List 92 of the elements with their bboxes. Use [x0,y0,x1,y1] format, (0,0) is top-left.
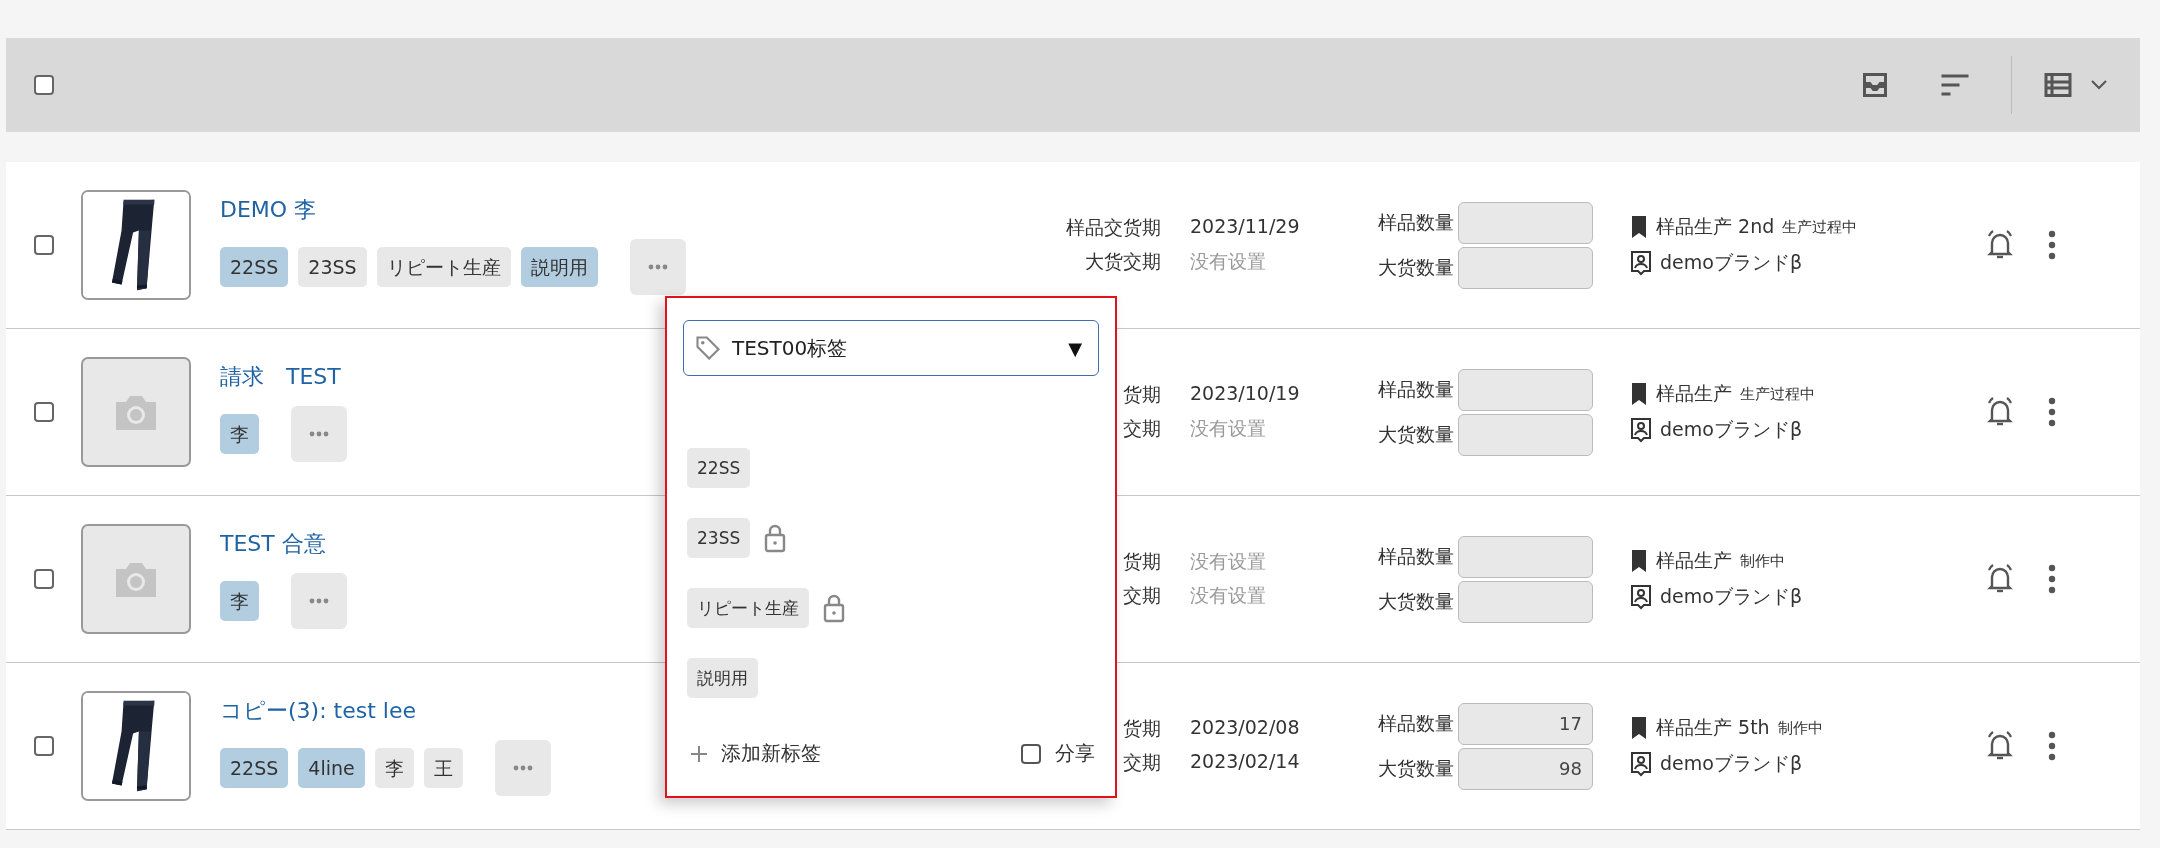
ellipsis-icon [309,431,329,437]
bookmark-icon [1630,215,1648,239]
checkbox[interactable] [34,235,54,255]
quantity-label: 样品数量 [1378,376,1454,402]
date-label: 大货交期 [1085,249,1161,274]
stage-label: 样品生产 [1656,548,1732,573]
tag-option[interactable]: 説明用 [687,658,758,698]
quantity-field[interactable] [1458,368,1593,411]
profile-card-icon [1630,250,1652,276]
tag-select[interactable]: TEST00标签 ▼ [683,320,1099,376]
date-value: 2023/02/08 [1190,716,1301,740]
tag: 23SS [298,247,367,287]
product-title[interactable]: DEMO 李 [220,195,317,225]
stage-status: 制作中 [1777,718,1823,738]
date-label: 交期 [1123,583,1161,608]
bookmark-icon [1630,549,1648,573]
brand-name: demoブランドβ [1660,584,1802,609]
tag: 22SS [220,748,289,788]
quantity-field[interactable] [1458,535,1593,578]
date-label: 货期 [1123,716,1161,741]
quantity-label: 样品数量 [1378,710,1454,736]
quantity-field[interactable] [1458,246,1593,289]
stage-label: 样品生产 [1656,381,1732,406]
bookmark-icon [1630,382,1648,406]
quantity-field[interactable] [1458,413,1593,456]
date-value: 没有设置 [1190,583,1267,608]
brand-name: demoブランドβ [1660,417,1802,442]
tag-option[interactable]: 22SS [687,448,751,488]
ellipsis-icon [647,264,668,270]
date-value: 没有设置 [1190,249,1267,274]
date-label: 货期 [1123,382,1161,407]
quantity-label: 大货数量 [1378,588,1454,614]
checkbox[interactable] [34,75,54,95]
tag: 李 [220,581,259,621]
bookmark-icon [1630,716,1648,740]
plus-icon [689,743,709,764]
ellipsis-icon [512,765,533,771]
date-value: 2023/10/19 [1190,382,1301,406]
ellipsis-icon [309,598,329,604]
checkbox[interactable] [34,569,54,589]
quantity-label: 大货数量 [1378,254,1454,280]
date-value: 没有设置 [1190,416,1267,441]
more-options-icon[interactable] [2048,731,2056,761]
date-label: 样品交货期 [1066,215,1161,240]
quantity-field[interactable]: 98 [1458,747,1593,790]
stage-label: 样品生产 2nd [1656,214,1775,239]
profile-card-icon [1630,751,1652,777]
tag: 説明用 [520,247,598,287]
share-label: 分享 [1055,740,1095,767]
quantity-label: 样品数量 [1378,209,1454,235]
product-title[interactable]: コピー(3): test lee [220,696,416,726]
quantity-label: 大货数量 [1378,421,1454,447]
checkbox[interactable] [34,736,54,756]
date-value: 2023/11/29 [1190,215,1301,239]
stage-status: 生产过程中 [1740,384,1815,404]
checkbox[interactable] [1021,743,1041,764]
tag: 王 [423,748,463,788]
tag: 李 [374,748,414,788]
date-label: 交期 [1123,416,1161,441]
date-value: 2023/02/14 [1190,750,1301,774]
profile-card-icon [1630,584,1652,610]
date-label: 交期 [1123,750,1161,775]
product-title[interactable]: TEST 合意 [220,529,326,559]
quantity-label: 样品数量 [1378,543,1454,569]
tag-option[interactable]: 23SS [687,518,751,558]
more-options-icon[interactable] [2048,564,2056,594]
stage-status: 生产过程中 [1782,217,1858,237]
product-title[interactable]: 請求 TEST [220,362,341,392]
brand-name: demoブランドβ [1660,751,1802,776]
tag: 4line [298,748,365,788]
tag: リピート生産 [376,247,511,287]
quantity-field[interactable] [1458,201,1593,244]
date-label: 货期 [1123,549,1161,574]
more-options-icon[interactable] [2048,230,2056,260]
more-options-icon[interactable] [2048,397,2056,427]
tag-option[interactable]: リピート生産 [687,588,809,628]
profile-card-icon [1630,417,1652,443]
quantity-field[interactable]: 17 [1458,702,1593,745]
checkbox[interactable] [34,402,54,422]
stage-status: 制作中 [1740,551,1785,571]
tag-icon [694,334,722,362]
tag: 李 [220,414,259,454]
add-tag-button[interactable]: 添加新标签 [689,740,821,767]
quantity-field[interactable] [1458,580,1593,623]
chevron-down-icon [2090,79,2108,91]
brand-name: demoブランドβ [1660,250,1802,275]
tag: 22SS [220,247,289,287]
date-value: 没有设置 [1190,549,1267,574]
dropdown-arrow: ▼ [1068,337,1082,359]
stage-label: 样品生产 5th [1656,715,1770,740]
quantity-label: 大货数量 [1378,755,1454,781]
select-value: TEST00标签 [732,334,849,362]
